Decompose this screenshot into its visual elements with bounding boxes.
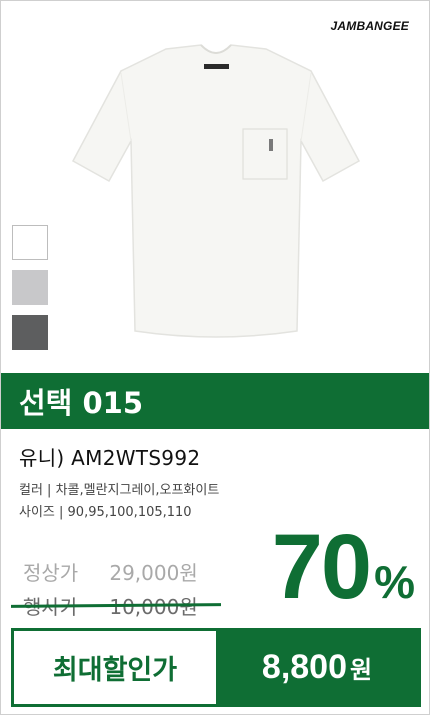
discount-value: 70 <box>271 516 372 618</box>
final-price: 8,800 원 <box>216 631 418 704</box>
discount-rate: 70 % <box>272 521 415 613</box>
final-price-unit: 원 <box>350 656 373 684</box>
color-swatch-charcoal[interactable] <box>12 315 48 350</box>
regular-price-label: 정상가 <box>23 561 79 585</box>
product-model: 유니) AM2WTS992 <box>19 446 201 470</box>
tshirt-body <box>71 44 361 338</box>
event-price-value: 10,000원 <box>109 595 198 619</box>
product-card: JAMBANGEE 선택 015 유니) AM2WTS992 컬러 | 차콜,멜… <box>0 0 430 715</box>
tshirt-image <box>71 44 361 338</box>
selection-banner: 선택 015 <box>1 373 429 429</box>
color-swatch-melange-gray[interactable] <box>12 270 48 305</box>
product-sizes: 사이즈 | 90,95,100,105,110 <box>19 505 192 520</box>
final-price-amount: 8,800 <box>261 648 347 686</box>
final-price-box: 최대할인가 8,800 원 <box>11 628 421 707</box>
discount-unit: % <box>374 556 415 608</box>
product-colors: 컬러 | 차콜,멜란지그레이,오프화이트 <box>19 483 220 498</box>
pocket-tab <box>269 139 273 151</box>
regular-price-value: 29,000원 <box>109 561 198 585</box>
color-swatch-offwhite[interactable] <box>12 225 48 260</box>
neck-label <box>204 64 229 69</box>
final-price-label: 최대할인가 <box>14 631 216 704</box>
regular-price-row: 정상가 29,000원 <box>23 557 198 586</box>
